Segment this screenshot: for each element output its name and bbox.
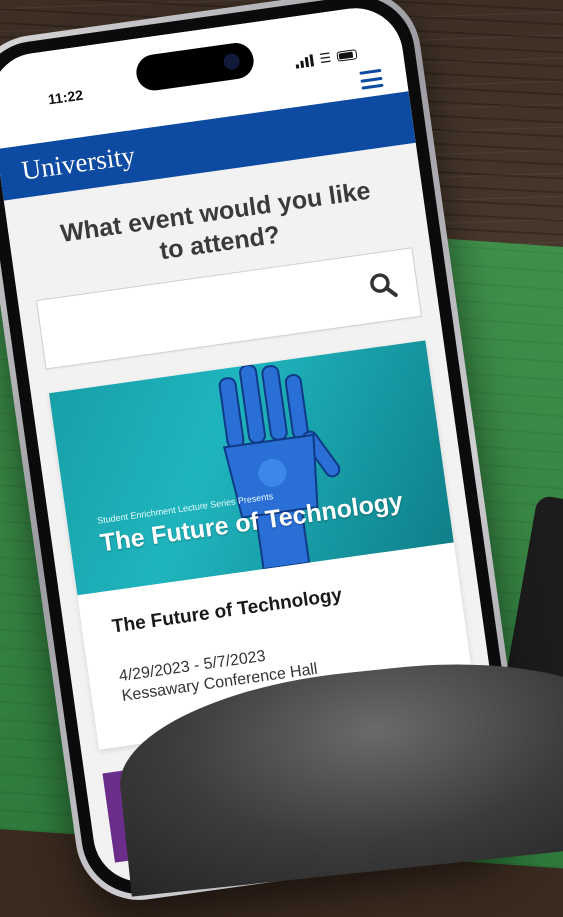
camera-icon <box>222 52 241 71</box>
signal-icon <box>295 54 315 69</box>
status-time: 11:22 <box>47 86 84 108</box>
hamburger-menu-icon[interactable] <box>359 68 384 90</box>
brand-logo[interactable]: University <box>20 140 137 187</box>
status-icons: ☰ <box>295 46 358 70</box>
search-icon[interactable] <box>366 268 400 302</box>
wifi-icon: ☰ <box>318 49 333 67</box>
battery-icon <box>336 49 358 62</box>
